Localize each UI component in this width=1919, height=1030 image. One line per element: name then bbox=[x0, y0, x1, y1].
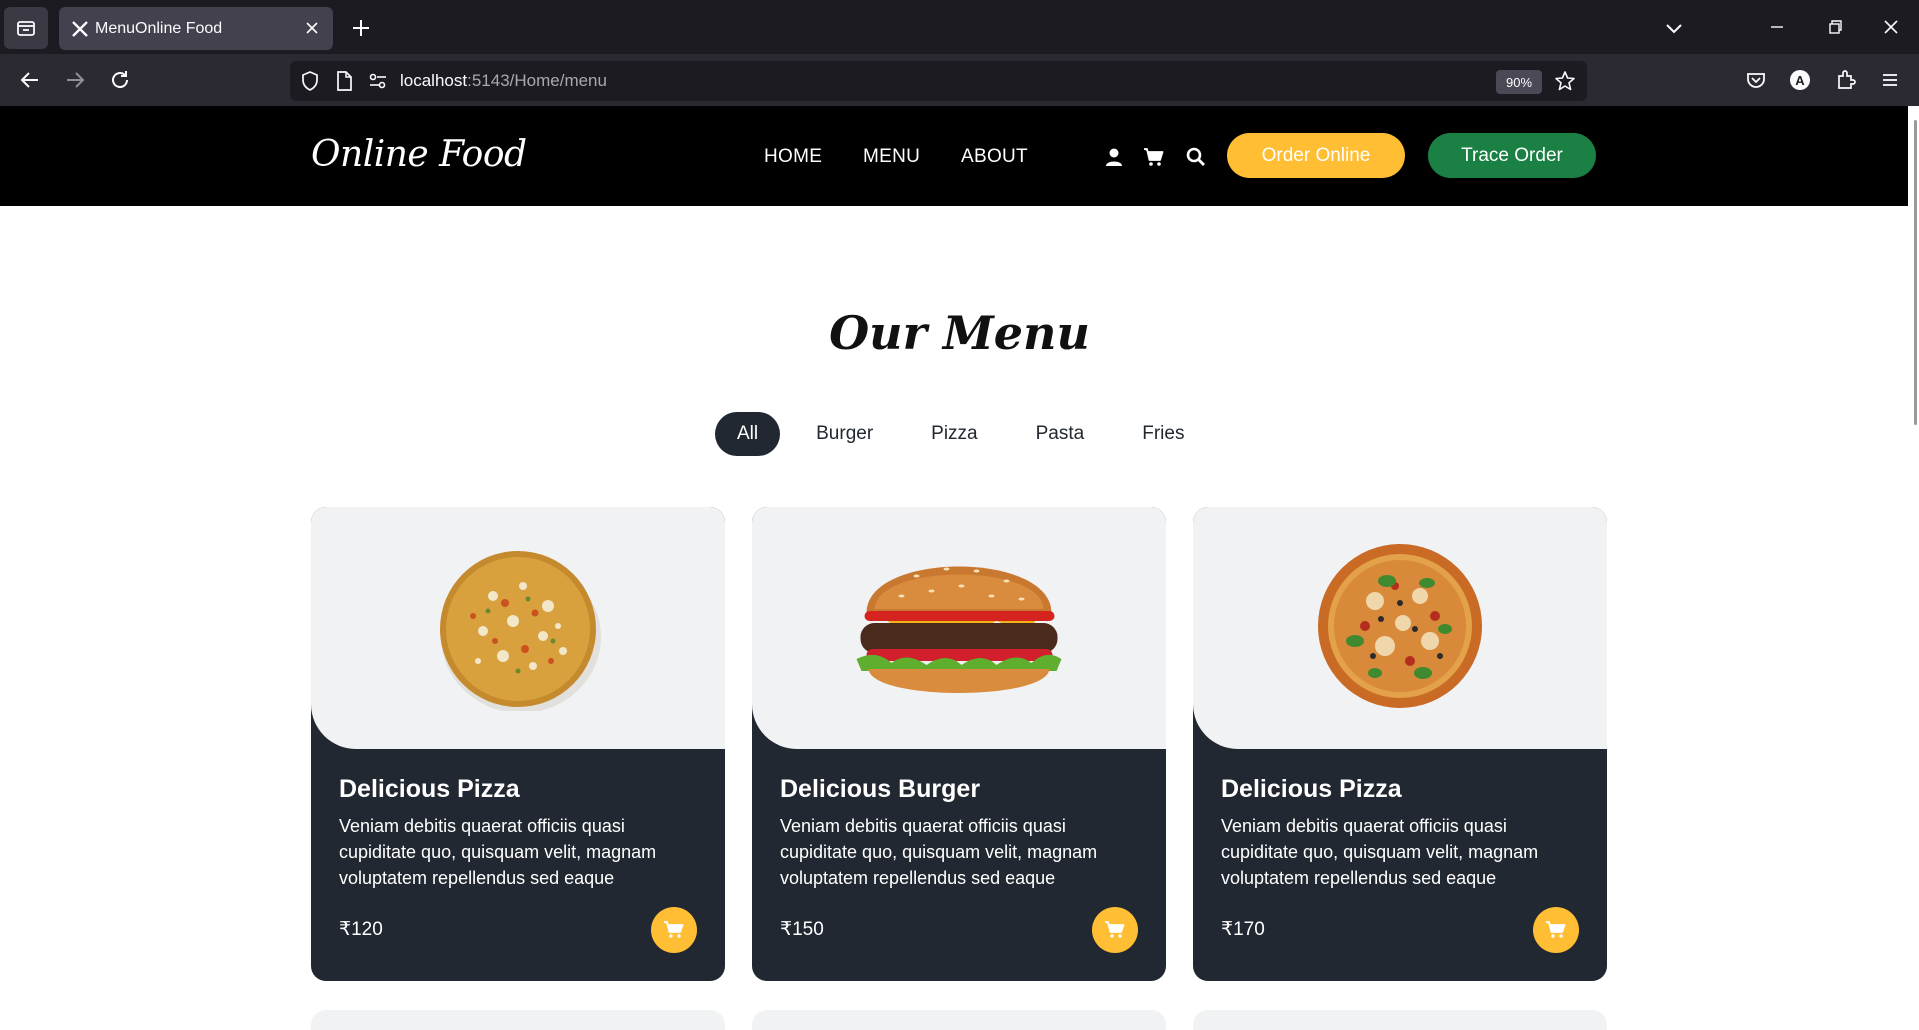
url-host: localhost bbox=[400, 71, 468, 90]
url-path: :5143/Home/menu bbox=[467, 71, 607, 90]
tab-list-icon bbox=[17, 21, 35, 36]
site-logo[interactable]: Online Food bbox=[311, 134, 527, 175]
menu-filters: All Burger Pizza Pasta Fries bbox=[715, 412, 1220, 456]
nav-about-link[interactable]: ABOUT bbox=[961, 146, 1028, 168]
card-image-box bbox=[1193, 507, 1607, 749]
add-to-cart-button[interactable] bbox=[1533, 907, 1579, 953]
restore-icon[interactable] bbox=[1822, 14, 1848, 40]
card-price: ₹170 bbox=[1221, 919, 1265, 940]
tab-list-button[interactable] bbox=[4, 7, 48, 49]
pizza-image bbox=[1318, 544, 1482, 708]
url-bar[interactable]: localhost:5143/Home/menu 90% bbox=[290, 61, 1587, 101]
nav-home-link[interactable]: HOME bbox=[764, 146, 822, 168]
browser-tab[interactable]: MenuOnline Food bbox=[59, 7, 333, 50]
add-to-cart-button[interactable] bbox=[1092, 907, 1138, 953]
filter-all[interactable]: All bbox=[715, 412, 781, 456]
add-to-cart-button[interactable] bbox=[651, 907, 697, 953]
card-image-box bbox=[311, 507, 725, 749]
browser-nav-bar: localhost:5143/Home/menu 90% A bbox=[0, 54, 1919, 106]
filter-fries[interactable]: Fries bbox=[1120, 412, 1206, 456]
card-image-box bbox=[752, 507, 1166, 749]
filter-burger[interactable]: Burger bbox=[794, 412, 895, 456]
card-description: Veniam debitis quaerat officiis quasi cu… bbox=[339, 816, 657, 888]
page-scrollbar-thumb[interactable] bbox=[1914, 120, 1917, 425]
card-description: Veniam debitis quaerat officiis quasi cu… bbox=[780, 816, 1098, 888]
search-icon[interactable] bbox=[1185, 146, 1207, 168]
menu-card-next-row bbox=[752, 1010, 1166, 1030]
card-description: Veniam debitis quaerat officiis quasi cu… bbox=[1221, 816, 1539, 888]
reload-icon[interactable] bbox=[107, 67, 133, 93]
url-text[interactable]: localhost:5143/Home/menu bbox=[400, 71, 607, 91]
close-window-icon[interactable] bbox=[1878, 14, 1904, 40]
card-title: Delicious Pizza bbox=[339, 775, 520, 803]
back-arrow-icon[interactable] bbox=[17, 67, 43, 93]
tab-title: MenuOnline Food bbox=[95, 20, 223, 37]
bookmark-star-icon[interactable] bbox=[1554, 70, 1576, 92]
permissions-icon[interactable] bbox=[367, 71, 389, 91]
account-avatar-icon[interactable]: A bbox=[1787, 67, 1813, 93]
menu-card-next-row bbox=[311, 1010, 725, 1030]
close-tab-icon[interactable] bbox=[303, 19, 321, 37]
order-online-button[interactable]: Order Online bbox=[1227, 133, 1405, 178]
cart-icon bbox=[1546, 921, 1566, 938]
menu-card: Delicious Pizza Veniam debitis quaerat o… bbox=[1193, 507, 1607, 981]
site-header: Online Food HOME MENU ABOUT Order Online… bbox=[0, 106, 1919, 206]
utensils-icon bbox=[72, 21, 88, 37]
filter-pizza[interactable]: Pizza bbox=[909, 412, 999, 456]
zoom-level-badge[interactable]: 90% bbox=[1496, 70, 1542, 94]
user-icon[interactable] bbox=[1103, 146, 1125, 168]
menu-card: Delicious Burger Veniam debitis quaerat … bbox=[752, 507, 1166, 981]
card-title: Delicious Pizza bbox=[1221, 775, 1402, 803]
nav-menu-link[interactable]: MENU bbox=[863, 146, 920, 168]
pizza-image bbox=[440, 551, 601, 711]
forward-arrow-icon[interactable] bbox=[62, 67, 88, 93]
burger-image bbox=[856, 566, 1062, 693]
new-tab-icon[interactable] bbox=[348, 15, 374, 41]
hamburger-menu-icon[interactable] bbox=[1877, 67, 1903, 93]
card-price: ₹120 bbox=[339, 919, 383, 940]
chevron-down-icon[interactable] bbox=[1662, 16, 1686, 40]
card-price: ₹150 bbox=[780, 919, 824, 940]
shield-icon[interactable] bbox=[299, 70, 321, 92]
pocket-icon[interactable] bbox=[1743, 67, 1769, 93]
svg-text:A: A bbox=[1795, 73, 1805, 88]
menu-card: Delicious Pizza Veniam debitis quaerat o… bbox=[311, 507, 725, 981]
cart-icon bbox=[664, 921, 684, 938]
menu-card-next-row bbox=[1193, 1010, 1607, 1030]
filter-pasta[interactable]: Pasta bbox=[1014, 412, 1107, 456]
section-title: Our Menu bbox=[829, 306, 1090, 360]
cart-icon[interactable] bbox=[1143, 146, 1165, 168]
browser-tab-bar: MenuOnline Food bbox=[0, 0, 1919, 54]
page-icon[interactable] bbox=[334, 70, 354, 92]
cart-icon bbox=[1105, 921, 1125, 938]
extensions-icon[interactable] bbox=[1833, 67, 1859, 93]
trace-order-button[interactable]: Trace Order bbox=[1428, 133, 1596, 178]
card-title: Delicious Burger bbox=[780, 775, 981, 803]
minimize-icon[interactable] bbox=[1764, 14, 1790, 40]
